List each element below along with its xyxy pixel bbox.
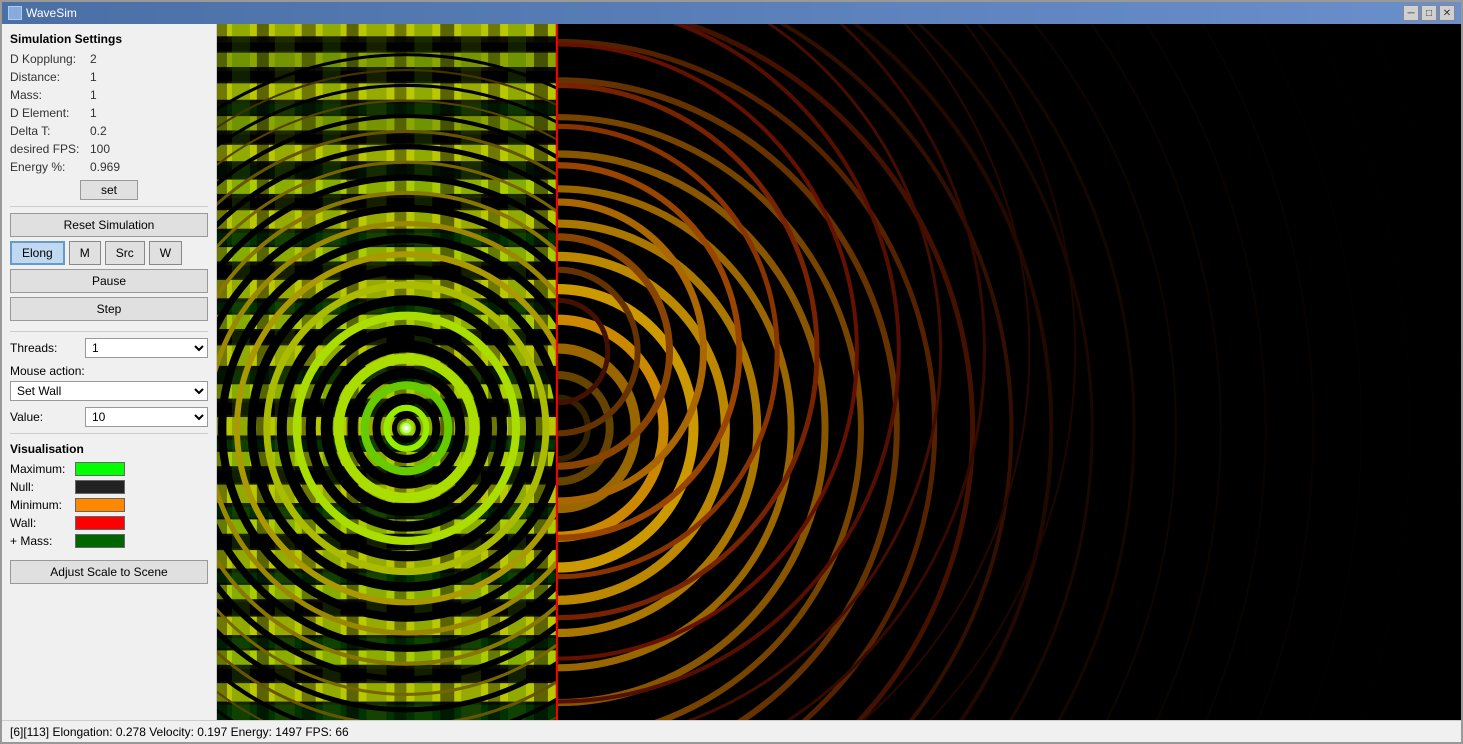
title-bar-controls: ─ □ ✕ (1403, 5, 1455, 21)
pause-button[interactable]: Pause (10, 269, 208, 293)
color-maximum[interactable] (75, 462, 125, 476)
mouse-action-label: Mouse action: (10, 364, 208, 378)
label-mass: Mass: (10, 88, 90, 102)
wave-display (217, 24, 1461, 720)
mouse-action-row: Set Wall Set Source Set Mass (10, 381, 208, 401)
maximize-button[interactable]: □ (1421, 5, 1437, 21)
threads-label: Threads: (10, 341, 85, 355)
title-bar-left: WaveSim (8, 6, 77, 20)
reset-simulation-button[interactable]: Reset Simulation (10, 213, 208, 237)
value-select[interactable]: 1 5 10 20 50 (85, 407, 208, 427)
mode-w-button[interactable]: W (149, 241, 182, 265)
vis-label-wall: Wall: (10, 516, 75, 530)
field-row-d-kopplung: D Kopplung: 2 (10, 52, 208, 66)
color-minimum[interactable] (75, 498, 125, 512)
set-button[interactable]: set (80, 180, 138, 200)
threads-select[interactable]: 1 2 4 8 (85, 338, 208, 358)
vis-row-maximum: Maximum: (10, 462, 208, 476)
vis-row-null: Null: (10, 480, 208, 494)
field-row-d-element: D Element: 1 (10, 106, 208, 120)
visualisation-section: Visualisation Maximum: Null: Minimum: Wa… (10, 442, 208, 548)
label-d-element: D Element: (10, 106, 90, 120)
label-delta-t: Delta T: (10, 124, 90, 138)
value-mass: 1 (90, 88, 97, 102)
window-title: WaveSim (26, 6, 77, 20)
color-mass[interactable] (75, 534, 125, 548)
main-window: WaveSim ─ □ ✕ Simulation Settings D Kopp… (0, 0, 1463, 744)
field-row-desired-fps: desired FPS: 100 (10, 142, 208, 156)
color-wall[interactable] (75, 516, 125, 530)
sidebar: Simulation Settings D Kopplung: 2 Distan… (2, 24, 217, 720)
content-area: Simulation Settings D Kopplung: 2 Distan… (2, 24, 1461, 720)
minimize-button[interactable]: ─ (1403, 5, 1419, 21)
label-desired-fps: desired FPS: (10, 142, 90, 156)
vis-row-mass: + Mass: (10, 534, 208, 548)
status-bar: [6][113] Elongation: 0.278 Velocity: 0.1… (2, 720, 1461, 742)
divider1 (10, 206, 208, 207)
vis-title: Visualisation (10, 442, 208, 456)
value-energy: 0.969 (90, 160, 120, 174)
value-d-element: 1 (90, 106, 97, 120)
adjust-scale-button[interactable]: Adjust Scale to Scene (10, 560, 208, 584)
label-distance: Distance: (10, 70, 90, 84)
field-row-energy: Energy %: 0.969 (10, 160, 208, 174)
value-row: Value: 1 5 10 20 50 (10, 407, 208, 427)
value-label: Value: (10, 410, 85, 424)
color-null[interactable] (75, 480, 125, 494)
mode-m-button[interactable]: M (69, 241, 101, 265)
mode-elong-button[interactable]: Elong (10, 241, 65, 265)
title-bar: WaveSim ─ □ ✕ (2, 2, 1461, 24)
mode-buttons-group: Elong M Src W (10, 241, 208, 265)
value-delta-t: 0.2 (90, 124, 107, 138)
close-button[interactable]: ✕ (1439, 5, 1455, 21)
vis-label-null: Null: (10, 480, 75, 494)
mode-src-button[interactable]: Src (105, 241, 145, 265)
vis-label-maximum: Maximum: (10, 462, 75, 476)
divider3 (10, 433, 208, 434)
vis-row-wall: Wall: (10, 516, 208, 530)
value-distance: 1 (90, 70, 97, 84)
vis-label-minimum: Minimum: (10, 498, 75, 512)
label-d-kopplung: D Kopplung: (10, 52, 90, 66)
divider2 (10, 331, 208, 332)
field-row-delta-t: Delta T: 0.2 (10, 124, 208, 138)
label-energy: Energy %: (10, 160, 90, 174)
app-icon (8, 6, 22, 20)
status-text: [6][113] Elongation: 0.278 Velocity: 0.1… (10, 725, 349, 739)
value-desired-fps: 100 (90, 142, 110, 156)
vis-row-minimum: Minimum: (10, 498, 208, 512)
threads-row: Threads: 1 2 4 8 (10, 338, 208, 358)
simulation-area[interactable] (217, 24, 1461, 720)
settings-title: Simulation Settings (10, 32, 208, 46)
field-row-distance: Distance: 1 (10, 70, 208, 84)
vis-label-mass: + Mass: (10, 534, 75, 548)
mouse-action-select[interactable]: Set Wall Set Source Set Mass (10, 381, 208, 401)
step-button[interactable]: Step (10, 297, 208, 321)
field-row-mass: Mass: 1 (10, 88, 208, 102)
value-d-kopplung: 2 (90, 52, 97, 66)
